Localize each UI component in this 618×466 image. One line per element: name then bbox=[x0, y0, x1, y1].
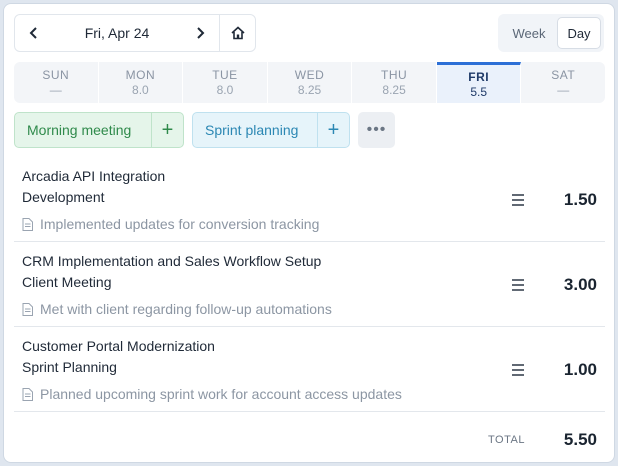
time-entry[interactable]: Customer Portal Modernization Sprint Pla… bbox=[14, 327, 605, 412]
day-name: MON bbox=[125, 68, 156, 82]
entry-hours[interactable]: 1.50 bbox=[564, 190, 597, 210]
entry-project: Customer Portal Modernization bbox=[22, 338, 215, 354]
entry-note: Met with client regarding follow-up auto… bbox=[22, 301, 332, 317]
day-hours: 8.0 bbox=[216, 83, 234, 97]
day-hours: 8.0 bbox=[132, 83, 149, 97]
day-name: SAT bbox=[551, 68, 576, 82]
entry-note-text: Implemented updates for conversion track… bbox=[40, 216, 320, 232]
previous-day-button[interactable] bbox=[15, 15, 53, 51]
total-value: 5.50 bbox=[563, 430, 597, 449]
day-tab-tue[interactable]: TUE 8.0 bbox=[183, 62, 268, 103]
morning-meeting-quick-add: Morning meeting + bbox=[14, 112, 184, 148]
day-name: TUE bbox=[212, 68, 238, 82]
entry-note-text: Planned upcoming sprint work for account… bbox=[40, 386, 402, 402]
total-row: TOTAL 5.50 bbox=[14, 419, 605, 459]
day-hours: 8.25 bbox=[297, 83, 322, 97]
day-tab-mon[interactable]: MON 8.0 bbox=[99, 62, 184, 103]
day-tab-sun[interactable]: SUN — bbox=[14, 62, 99, 103]
day-name: THU bbox=[381, 68, 408, 82]
day-hours: — bbox=[49, 83, 62, 97]
chevron-left-icon bbox=[29, 27, 37, 39]
hamburger-menu-icon[interactable] bbox=[510, 362, 528, 378]
day-tab-fri[interactable]: FRI 5.5 bbox=[436, 62, 522, 103]
date-navigator: Fri, Apr 24 bbox=[14, 14, 256, 52]
plus-icon: + bbox=[161, 118, 174, 141]
total-label: TOTAL bbox=[488, 434, 525, 446]
sprint-planning-button[interactable]: Sprint planning bbox=[193, 122, 317, 138]
day-hours: 5.5 bbox=[470, 84, 488, 99]
entry-hours[interactable]: 1.00 bbox=[564, 360, 597, 380]
day-tab-sat[interactable]: SAT — bbox=[521, 62, 605, 103]
entry-note: Implemented updates for conversion track… bbox=[22, 216, 319, 232]
entry-note-text: Met with client regarding follow-up auto… bbox=[40, 301, 332, 317]
current-date-label: Fri, Apr 24 bbox=[84, 25, 150, 41]
more-options-button[interactable]: ••• bbox=[358, 112, 395, 148]
day-tab-thu[interactable]: THU 8.25 bbox=[352, 62, 437, 103]
next-day-button[interactable] bbox=[181, 15, 219, 51]
entry-task: Development bbox=[22, 189, 105, 205]
chevron-right-icon bbox=[197, 27, 205, 39]
entry-note: Planned upcoming sprint work for account… bbox=[22, 386, 402, 402]
week-view-button[interactable]: Week bbox=[501, 17, 557, 49]
hamburger-menu-icon[interactable] bbox=[510, 277, 528, 293]
document-icon bbox=[22, 302, 33, 316]
time-entry[interactable]: Arcadia API Integration Development Impl… bbox=[14, 157, 605, 242]
timesheet-panel: Fri, Apr 24 Week Day SUN — MON 8.0 TUE 8… bbox=[3, 3, 615, 463]
day-hours: 8.25 bbox=[382, 83, 406, 97]
entry-task: Sprint Planning bbox=[22, 359, 117, 375]
entry-hours[interactable]: 3.00 bbox=[564, 275, 597, 295]
day-name: SUN bbox=[42, 68, 70, 82]
add-morning-meeting-button[interactable]: + bbox=[151, 113, 183, 147]
today-button[interactable] bbox=[219, 15, 255, 51]
day-name: FRI bbox=[468, 69, 490, 84]
day-tab-wed[interactable]: WED 8.25 bbox=[268, 62, 353, 103]
time-entry[interactable]: CRM Implementation and Sales Workflow Se… bbox=[14, 242, 605, 327]
day-name: WED bbox=[294, 68, 325, 82]
add-sprint-planning-button[interactable]: + bbox=[317, 113, 349, 147]
time-entries-list: Arcadia API Integration Development Impl… bbox=[14, 157, 605, 412]
entry-task: Client Meeting bbox=[22, 274, 112, 290]
document-icon bbox=[22, 387, 33, 401]
day-view-button[interactable]: Day bbox=[557, 17, 601, 49]
entry-project: CRM Implementation and Sales Workflow Se… bbox=[22, 253, 322, 269]
view-toggle: Week Day bbox=[498, 14, 604, 52]
entry-project: Arcadia API Integration bbox=[22, 168, 166, 184]
morning-meeting-button[interactable]: Morning meeting bbox=[15, 122, 151, 138]
hamburger-menu-icon[interactable] bbox=[510, 192, 528, 208]
plus-icon: + bbox=[327, 118, 340, 141]
more-icon: ••• bbox=[366, 121, 387, 138]
week-strip: SUN — MON 8.0 TUE 8.0 WED 8.25 THU 8.25 … bbox=[14, 62, 605, 103]
sprint-planning-quick-add: Sprint planning + bbox=[192, 112, 350, 148]
document-icon bbox=[22, 217, 33, 231]
home-icon bbox=[230, 26, 245, 40]
day-hours: — bbox=[557, 83, 570, 97]
